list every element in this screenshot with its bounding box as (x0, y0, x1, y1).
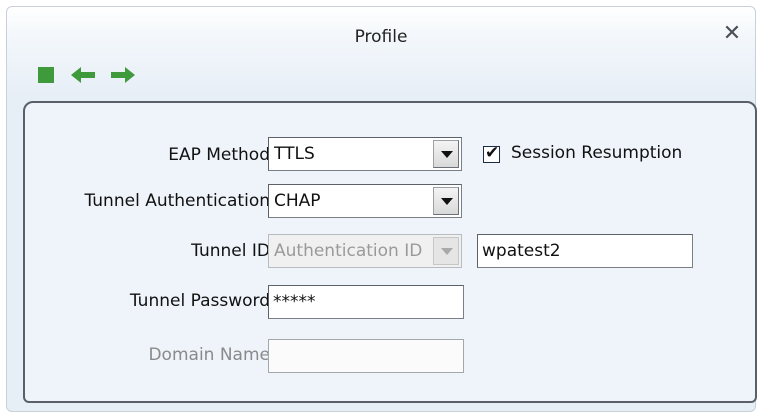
tunnel-password-input[interactable] (268, 285, 464, 319)
window-title: Profile (354, 27, 408, 47)
checkmark-icon: ✔ (485, 143, 500, 163)
eap-method-select[interactable]: TTLS (268, 137, 462, 171)
close-icon[interactable]: ✕ (721, 23, 743, 45)
eap-method-label: EAP Method (168, 145, 270, 165)
chevron-down-icon[interactable] (433, 140, 459, 168)
session-resumption-label: Session Resumption (511, 143, 683, 163)
chevron-down-icon (433, 237, 459, 265)
tunnel-password-label: Tunnel Password (129, 291, 270, 311)
eap-method-value: TTLS (274, 144, 315, 164)
tunnel-authentication-value: CHAP (274, 191, 321, 211)
domain-name-label: Domain Name (148, 345, 270, 365)
chevron-down-icon[interactable] (433, 187, 459, 215)
session-resumption-checkbox[interactable]: ✔ (483, 143, 500, 163)
tunnel-id-input[interactable] (477, 234, 693, 268)
tunnel-id-type-select: Authentication ID (268, 234, 462, 268)
profile-window: Profile ✕ EAP Method Tunnel Authenticati… (6, 6, 757, 412)
forward-arrow-icon[interactable] (107, 63, 137, 87)
tunnel-id-type-value: Authentication ID (274, 241, 423, 261)
domain-name-input (268, 339, 464, 373)
tunnel-authentication-select[interactable]: CHAP (268, 184, 462, 218)
stop-icon[interactable] (35, 63, 59, 87)
tunnel-authentication-label: Tunnel Authentication (84, 191, 270, 211)
tunnel-id-label: Tunnel ID (191, 241, 270, 261)
settings-panel: EAP Method Tunnel Authentication Tunnel … (23, 101, 757, 403)
back-arrow-icon[interactable] (69, 63, 99, 87)
